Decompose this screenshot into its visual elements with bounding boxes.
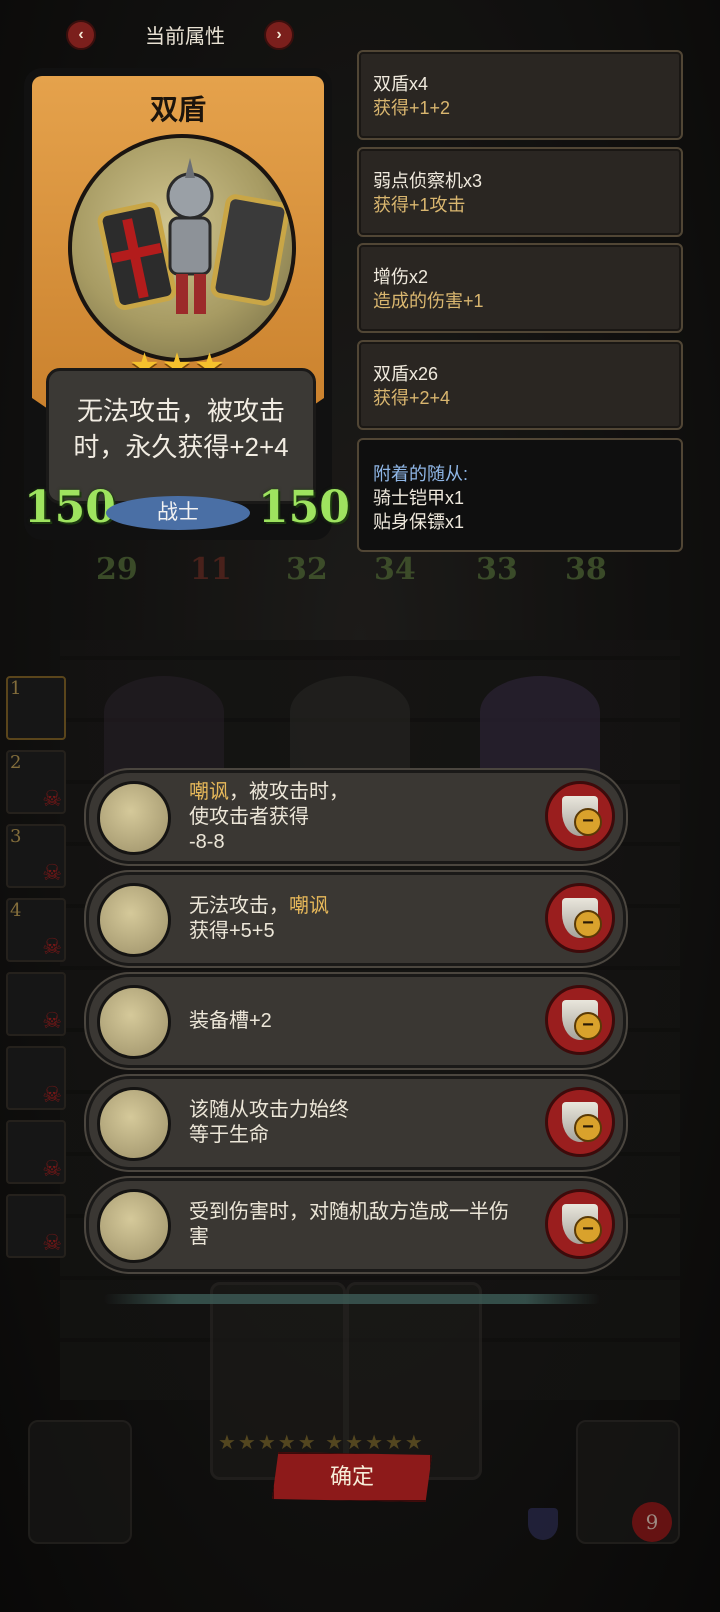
class-badge: 战士 bbox=[106, 496, 250, 530]
equipment-row: 无法攻击，嘲讽 获得+5+5 − bbox=[86, 872, 626, 966]
unit-card: 双盾 ★★★ 无法攻击，被攻击 时，永久获得+2+4 150 战士 150 bbox=[24, 68, 350, 540]
minus-icon: − bbox=[574, 1012, 602, 1040]
attribute-item: 弱点侦察机x3 获得+1攻击 bbox=[357, 147, 683, 237]
attribute-item: 增伤x2 造成的伤害+1 bbox=[357, 243, 683, 333]
gauntlet-icon bbox=[97, 781, 171, 855]
equipment-text: 嘲讽，被攻击时， 使攻击者获得 -8-8 bbox=[189, 773, 529, 861]
attribute-title: 双盾x4 bbox=[373, 74, 429, 94]
attribute-item: 双盾x26 获得+2+4 bbox=[357, 340, 683, 430]
attribute-item: 双盾x4 获得+1+2 bbox=[357, 50, 683, 140]
equipment-text: 受到伤害时，对随机敌方造成一半伤 害 bbox=[189, 1181, 529, 1269]
attached-heading: 附着的随从: bbox=[373, 464, 469, 484]
equipment-line: 使攻击者获得 bbox=[189, 805, 309, 828]
page-title: 当前属性 bbox=[145, 26, 225, 48]
equipment-row: 装备槽+2 − bbox=[86, 974, 626, 1068]
equipment-line: 受到伤害时，对随机敌方造成一半伤 bbox=[189, 1201, 509, 1223]
attribute-detail: 获得+1攻击 bbox=[373, 195, 466, 215]
confirm-button[interactable]: 确定 bbox=[272, 1452, 432, 1502]
minus-icon: − bbox=[574, 1114, 602, 1142]
minus-icon: − bbox=[574, 910, 602, 938]
equipment-line: 害 bbox=[189, 1226, 209, 1248]
attached-minions-panel: 附着的随从: 骑士铠甲x1 贴身保镖x1 bbox=[357, 438, 683, 552]
equipment-line: 获得+5+5 bbox=[189, 920, 275, 942]
description-line: 时，永久获得+2+4 bbox=[73, 432, 289, 462]
attached-item: 贴身保镖x1 bbox=[373, 512, 465, 532]
minus-icon: − bbox=[574, 1216, 602, 1244]
remove-equipment-button[interactable]: − bbox=[545, 1189, 615, 1259]
scale-icon bbox=[97, 1087, 171, 1161]
equipment-line: ，被攻击时， bbox=[229, 780, 349, 803]
attribute-detail: 获得+1+2 bbox=[373, 98, 451, 118]
keyword-taunt: 嘲讽 bbox=[289, 895, 329, 917]
equipment-row: 受到伤害时，对随机敌方造成一半伤 害 − bbox=[86, 1178, 626, 1272]
equipment-text: 无法攻击，嘲讽 获得+5+5 bbox=[189, 875, 529, 963]
equipment-line: -8-8 bbox=[189, 830, 225, 853]
health-stat: 150 bbox=[258, 482, 350, 533]
mirror-icon bbox=[97, 1189, 171, 1263]
attribute-title: 增伤x2 bbox=[373, 267, 429, 287]
remove-equipment-button[interactable]: − bbox=[545, 883, 615, 953]
helmet-icon bbox=[97, 883, 171, 957]
attribute-title: 弱点侦察机x3 bbox=[373, 171, 483, 191]
card-description: 无法攻击，被攻击 时，永久获得+2+4 bbox=[59, 393, 303, 465]
equipment-row: 嘲讽，被攻击时， 使攻击者获得 -8-8 − bbox=[86, 770, 626, 864]
chevron-right-icon: › bbox=[276, 26, 282, 43]
attack-stat: 150 bbox=[24, 482, 116, 533]
pig-icon bbox=[97, 985, 171, 1059]
knight-icon bbox=[97, 158, 290, 314]
remove-equipment-button[interactable]: − bbox=[545, 781, 615, 851]
equipment-line: 等于生命 bbox=[189, 1124, 269, 1146]
remove-equipment-button[interactable]: − bbox=[545, 1087, 615, 1157]
knight-portrait bbox=[68, 134, 296, 362]
card-name: 双盾 bbox=[149, 94, 206, 125]
attribute-title: 双盾x26 bbox=[373, 364, 439, 384]
equipment-row: 该随从攻击力始终 等于生命 − bbox=[86, 1076, 626, 1170]
equipment-line: 该随从攻击力始终 bbox=[189, 1099, 349, 1121]
attribute-detail: 造成的伤害+1 bbox=[373, 291, 484, 311]
equipment-line: 无法攻击， bbox=[189, 895, 289, 917]
remove-equipment-button[interactable]: − bbox=[545, 985, 615, 1055]
equipment-text: 该随从攻击力始终 等于生命 bbox=[189, 1079, 529, 1167]
attribute-detail: 获得+2+4 bbox=[373, 388, 451, 408]
chevron-left-icon: ‹ bbox=[78, 26, 84, 43]
equipment-line: 装备槽+2 bbox=[189, 1009, 272, 1032]
keyword-taunt: 嘲讽 bbox=[189, 780, 229, 803]
prev-button[interactable]: ‹ bbox=[66, 20, 96, 50]
description-line: 无法攻击，被攻击 bbox=[76, 396, 285, 426]
equipment-text: 装备槽+2 bbox=[189, 977, 529, 1065]
attached-item: 骑士铠甲x1 bbox=[373, 488, 465, 508]
minus-icon: − bbox=[574, 808, 602, 836]
next-button[interactable]: › bbox=[264, 20, 294, 50]
